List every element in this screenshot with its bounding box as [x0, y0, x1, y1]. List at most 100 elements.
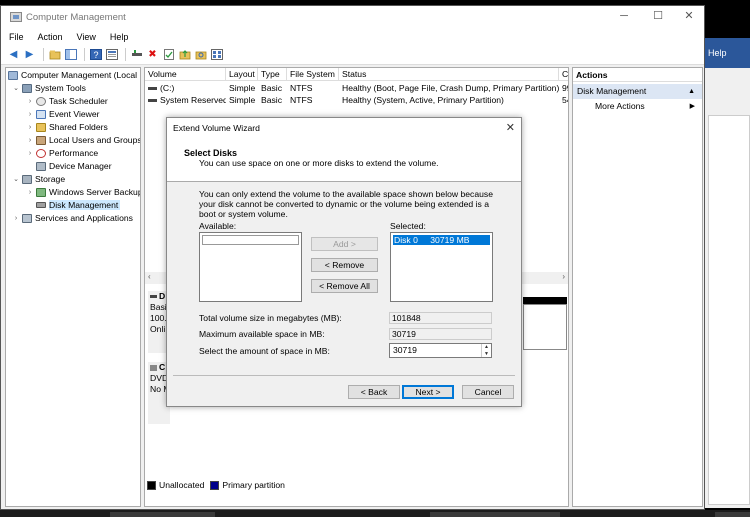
actions-header: Actions	[573, 68, 702, 82]
folder-up-icon[interactable]	[178, 49, 191, 61]
actions-section-disk-management[interactable]: Disk Management ▲	[573, 84, 702, 99]
unallocated-region[interactable]	[523, 304, 567, 350]
back-button[interactable]: < Back	[348, 385, 400, 399]
properties-icon[interactable]	[105, 49, 118, 61]
services-icon	[22, 213, 32, 223]
column-header-file-system[interactable]: File System	[287, 68, 339, 81]
add-button[interactable]: Add >	[311, 237, 378, 251]
expand-chevron-icon[interactable]: ›	[26, 111, 34, 118]
tree-item-task-scheduler[interactable]: › Task Scheduler	[26, 95, 108, 108]
cancel-button[interactable]: Cancel	[462, 385, 514, 399]
tree-item-shared-folders[interactable]: › Shared Folders	[26, 121, 108, 134]
available-disks-list[interactable]	[199, 232, 302, 302]
total-size-value: 101848	[389, 312, 492, 324]
column-header-layout[interactable]: Layout	[226, 68, 258, 81]
collapse-chevron-icon[interactable]: ⌄	[12, 84, 20, 92]
column-header-volume[interactable]: Volume	[145, 68, 226, 81]
scroll-right-icon[interactable]: ›	[562, 272, 565, 281]
expand-chevron-icon[interactable]: ›	[12, 215, 20, 222]
available-label: Available:	[199, 221, 237, 231]
table-row[interactable]: System Reserved Simple Basic NTFS Health…	[145, 94, 568, 106]
spin-buttons: ▲ ▼	[481, 344, 491, 357]
background-help-menu[interactable]: Help	[705, 38, 750, 68]
collapse-triangle-icon[interactable]: ▲	[688, 84, 695, 99]
forward-arrow-icon[interactable]: ▶	[23, 49, 36, 61]
selected-label: Selected:	[390, 221, 426, 231]
amount-spinbox[interactable]: 30719 ▲ ▼	[389, 343, 492, 358]
tree-item-event-viewer[interactable]: › Event Viewer	[26, 108, 100, 121]
close-button[interactable]: ✕	[672, 6, 706, 28]
taskbar-strip	[0, 510, 750, 517]
column-header-status[interactable]: Status	[339, 68, 559, 81]
more-actions-item[interactable]: More Actions ▶	[573, 99, 702, 114]
backup-icon	[36, 187, 46, 197]
background-content-area	[708, 115, 750, 505]
event-viewer-icon	[36, 109, 46, 119]
expand-chevron-icon[interactable]: ›	[26, 124, 34, 131]
column-header-capacity[interactable]: C	[559, 68, 568, 81]
extend-volume-wizard-dialog: Extend Volume Wizard ✕ Select Disks You …	[166, 117, 522, 407]
unallocated-swatch	[147, 480, 156, 490]
tree-item-services-applications[interactable]: › Services and Applications	[12, 212, 133, 225]
back-arrow-icon[interactable]: ◀	[7, 49, 20, 61]
menu-help[interactable]: Help	[110, 32, 129, 42]
selected-disks-list[interactable]: Disk 0 30719 MB	[390, 232, 493, 302]
disk-icon	[150, 295, 157, 299]
total-size-label: Total volume size in megabytes (MB):	[199, 313, 342, 323]
tree-item-computer-management[interactable]: Computer Management (Local	[8, 69, 137, 82]
check-icon[interactable]	[162, 49, 175, 61]
clock-icon	[36, 96, 46, 106]
selected-list-item[interactable]: Disk 0 30719 MB	[393, 235, 490, 245]
expand-chevron-icon[interactable]: ›	[26, 98, 34, 105]
tree-item-disk-management[interactable]: Disk Management	[36, 199, 121, 212]
toolbar-separator	[43, 48, 44, 61]
storage-icon	[22, 174, 32, 184]
show-hide-tree-icon[interactable]	[64, 49, 77, 61]
amount-value: 30719	[393, 345, 417, 355]
search-folder-icon[interactable]	[194, 49, 207, 61]
wizard-subheading: You can use space on one or more disks t…	[199, 158, 439, 168]
tree-item-storage[interactable]: ⌄ Storage	[12, 173, 65, 186]
help-icon[interactable]: ?	[89, 49, 102, 61]
tree-item-device-manager[interactable]: Device Manager	[36, 160, 112, 173]
tree-item-performance[interactable]: › Performance	[26, 147, 98, 160]
scroll-left-icon[interactable]: ‹	[148, 272, 151, 281]
submenu-arrow-icon: ▶	[689, 103, 695, 110]
menu-view[interactable]: View	[77, 32, 96, 42]
menu-bar: File Action View Help	[1, 28, 704, 45]
dialog-separator	[173, 375, 515, 376]
view-icon[interactable]	[210, 49, 223, 61]
next-button[interactable]: Next >	[402, 385, 454, 399]
spin-down-icon[interactable]: ▼	[482, 351, 491, 358]
menu-action[interactable]: Action	[38, 32, 63, 42]
performance-icon	[36, 148, 46, 158]
remove-all-button[interactable]: < Remove All	[311, 279, 378, 293]
minimize-button[interactable]: ─	[607, 6, 641, 28]
disk-icon	[36, 202, 46, 209]
column-header-type[interactable]: Type	[258, 68, 287, 81]
dialog-close-button[interactable]: ✕	[506, 118, 515, 139]
maximize-button[interactable]: ☐	[641, 6, 675, 28]
dialog-title: Extend Volume Wizard	[173, 123, 260, 133]
up-folder-icon[interactable]	[48, 49, 61, 61]
toolbar-separator	[125, 48, 126, 61]
tree-item-system-tools[interactable]: ⌄ System Tools	[12, 82, 86, 95]
tree-item-local-users[interactable]: › Local Users and Groups	[26, 134, 140, 147]
expand-chevron-icon[interactable]: ›	[26, 137, 34, 144]
delete-icon[interactable]: ✖	[146, 49, 159, 61]
volume-icon	[148, 87, 157, 91]
collapse-chevron-icon[interactable]: ⌄	[12, 175, 20, 183]
available-list-item[interactable]	[202, 235, 299, 245]
amount-label: Select the amount of space in MB:	[199, 346, 330, 356]
computer-management-icon	[10, 12, 22, 22]
menu-file[interactable]: File	[9, 32, 24, 42]
unallocated-bar	[523, 297, 567, 304]
expand-chevron-icon[interactable]: ›	[26, 189, 34, 196]
svg-text:?: ?	[93, 50, 98, 60]
remove-button[interactable]: < Remove	[311, 258, 378, 272]
table-row[interactable]: (C:) Simple Basic NTFS Healthy (Boot, Pa…	[145, 82, 568, 94]
navigation-tree: Computer Management (Local ⌄ System Tool…	[5, 67, 141, 507]
expand-chevron-icon[interactable]: ›	[26, 150, 34, 157]
tree-item-windows-server-backup[interactable]: › Windows Server Backup	[26, 186, 140, 199]
connect-icon[interactable]	[130, 49, 143, 61]
